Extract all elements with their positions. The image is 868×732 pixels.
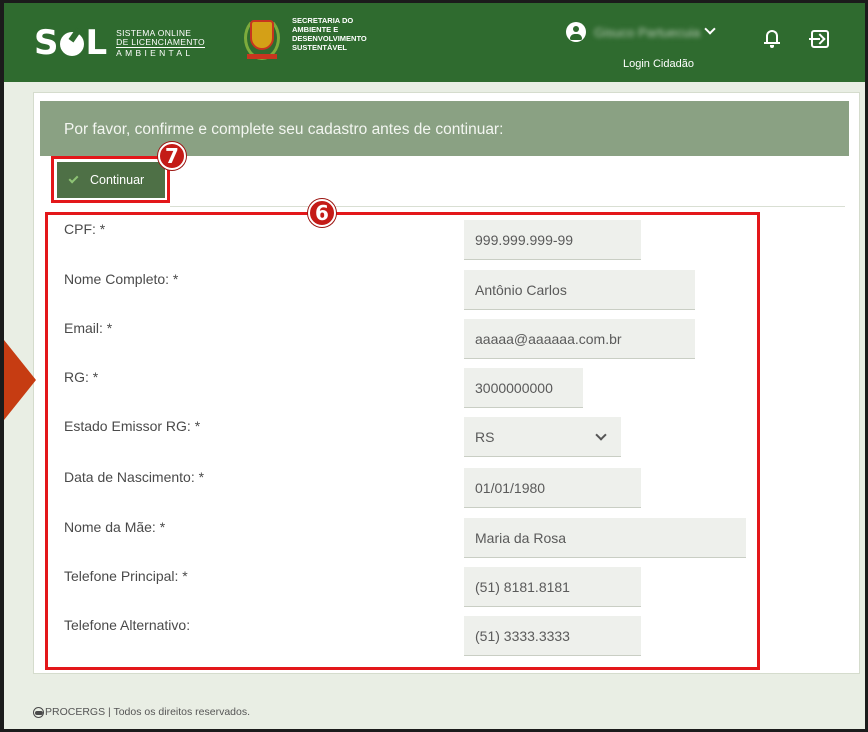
screenshot-frame — [0, 0, 868, 732]
